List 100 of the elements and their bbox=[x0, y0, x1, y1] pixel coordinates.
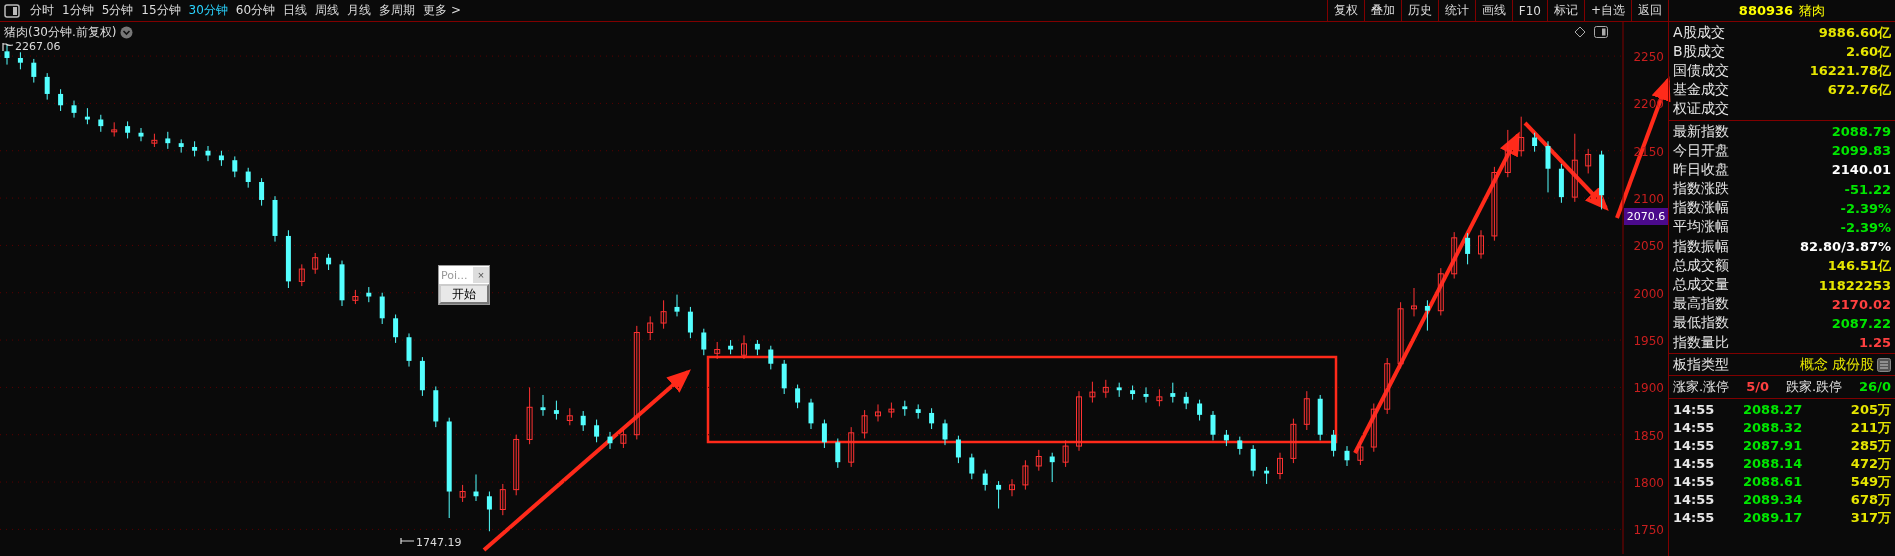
candle bbox=[1264, 466, 1270, 485]
tick-volume: 285万 bbox=[1849, 436, 1891, 455]
stat-label: 指数涨幅 bbox=[1673, 199, 1729, 218]
candle bbox=[473, 474, 479, 502]
candle bbox=[848, 426, 855, 468]
candle bbox=[955, 435, 961, 464]
dropdown-icon[interactable] bbox=[120, 26, 134, 39]
tick-volume: 205万 bbox=[1849, 400, 1891, 419]
candle bbox=[393, 314, 399, 344]
price-axis-label: 1750 bbox=[1633, 523, 1664, 538]
period-tab[interactable]: 1分钟 bbox=[58, 0, 98, 21]
candle bbox=[808, 398, 814, 430]
candle bbox=[1451, 231, 1458, 280]
candle bbox=[1197, 399, 1203, 422]
candle bbox=[1504, 129, 1511, 178]
stat-label: A股成交 bbox=[1673, 23, 1725, 42]
period-tab[interactable]: 5分钟 bbox=[97, 0, 138, 21]
index-name: 猪肉 bbox=[1799, 1, 1826, 20]
candle bbox=[98, 114, 104, 133]
price-axis-label: 1800 bbox=[1633, 476, 1664, 491]
candle bbox=[71, 100, 77, 119]
candle bbox=[31, 58, 37, 84]
breadth-label: 涨家.涨停 bbox=[1673, 377, 1730, 396]
candle bbox=[1357, 440, 1364, 466]
candle bbox=[728, 339, 734, 355]
candle bbox=[1277, 452, 1283, 480]
price-axis-label: 1850 bbox=[1633, 428, 1664, 443]
tick-price: 2089.34 bbox=[1743, 492, 1804, 508]
candle bbox=[1558, 163, 1564, 204]
period-tab[interactable]: 更多 > bbox=[419, 0, 465, 21]
candle bbox=[526, 386, 533, 445]
stat-value: 2140.01 bbox=[1831, 162, 1891, 178]
candle bbox=[1437, 267, 1444, 316]
candle bbox=[1102, 379, 1109, 399]
stat-label: 总成交额 bbox=[1673, 256, 1729, 275]
price-axis-label: 2000 bbox=[1633, 286, 1664, 301]
panel-toggle-icon[interactable] bbox=[4, 3, 20, 18]
period-tab[interactable]: 周线 bbox=[311, 0, 344, 21]
candle bbox=[701, 328, 707, 356]
candle bbox=[513, 434, 520, 496]
stat-value: 672.76亿 bbox=[1827, 81, 1891, 100]
stat-value: 9886.60亿 bbox=[1818, 23, 1891, 42]
candle bbox=[1143, 386, 1149, 404]
candle bbox=[875, 403, 881, 422]
candle bbox=[44, 72, 50, 101]
period-tab[interactable]: 多周期 bbox=[375, 0, 420, 21]
tick-volume: 211万 bbox=[1849, 418, 1891, 437]
candle bbox=[406, 332, 412, 368]
period-tab[interactable]: 30分钟 bbox=[184, 0, 232, 21]
period-tab[interactable]: 60分钟 bbox=[231, 0, 280, 21]
stat-value: 11822253 bbox=[1818, 277, 1891, 293]
stat-value: 146.51亿 bbox=[1827, 256, 1891, 275]
stat-value: -2.39% bbox=[1840, 200, 1891, 216]
tick-time: 14:55 bbox=[1673, 492, 1716, 508]
close-button[interactable]: × bbox=[473, 267, 489, 283]
tick-volume: 678万 bbox=[1849, 490, 1891, 509]
stat-label: B股成交 bbox=[1673, 42, 1725, 61]
candle bbox=[17, 51, 23, 70]
period-tab[interactable]: 日线 bbox=[279, 0, 312, 21]
start-button[interactable]: 开始 bbox=[439, 284, 489, 304]
stat-label: 最低指数 bbox=[1673, 314, 1729, 333]
tick-price: 2088.14 bbox=[1743, 456, 1804, 472]
candle bbox=[835, 438, 841, 469]
candle bbox=[996, 480, 1002, 510]
panel-toggle-icon[interactable] bbox=[1594, 26, 1608, 38]
stat-value: 2170.02 bbox=[1831, 296, 1891, 312]
high-marker-icon bbox=[2, 41, 14, 52]
candle bbox=[1331, 429, 1337, 457]
candle bbox=[982, 469, 988, 492]
candle bbox=[768, 345, 774, 370]
candle bbox=[660, 299, 667, 330]
candle bbox=[1532, 132, 1538, 153]
period-tab[interactable]: 月线 bbox=[343, 0, 376, 21]
stat-value: 16221.78亿 bbox=[1809, 61, 1891, 80]
candle bbox=[942, 419, 948, 446]
period-tab[interactable]: 15分钟 bbox=[137, 0, 185, 21]
stat-label: 指数涨跌 bbox=[1673, 180, 1729, 199]
stat-value: -51.22 bbox=[1844, 181, 1891, 197]
candle bbox=[1089, 381, 1096, 404]
type-value: 概念 成份股 bbox=[1799, 355, 1874, 374]
price-axis-label: 2250 bbox=[1633, 50, 1664, 65]
stat-label: 基金成交 bbox=[1673, 81, 1729, 100]
candle bbox=[1250, 444, 1256, 477]
stat-value: 2.60亿 bbox=[1845, 42, 1891, 61]
candle bbox=[459, 484, 466, 503]
candle bbox=[84, 107, 90, 125]
candle bbox=[339, 260, 345, 307]
candle bbox=[1384, 357, 1391, 415]
stat-label: 权证成交 bbox=[1673, 100, 1729, 119]
list-icon[interactable] bbox=[1877, 357, 1891, 372]
candle bbox=[151, 133, 158, 148]
price-axis-label: 1900 bbox=[1633, 381, 1664, 396]
candle bbox=[1599, 150, 1605, 210]
breadth-value: 5/0 bbox=[1746, 379, 1769, 395]
candle bbox=[1210, 410, 1216, 441]
candle bbox=[138, 127, 144, 142]
period-tab[interactable]: 分时 bbox=[26, 0, 58, 21]
candle bbox=[352, 289, 359, 305]
diamond-icon[interactable] bbox=[1574, 26, 1586, 38]
stat-value: 2087.22 bbox=[1831, 315, 1891, 331]
